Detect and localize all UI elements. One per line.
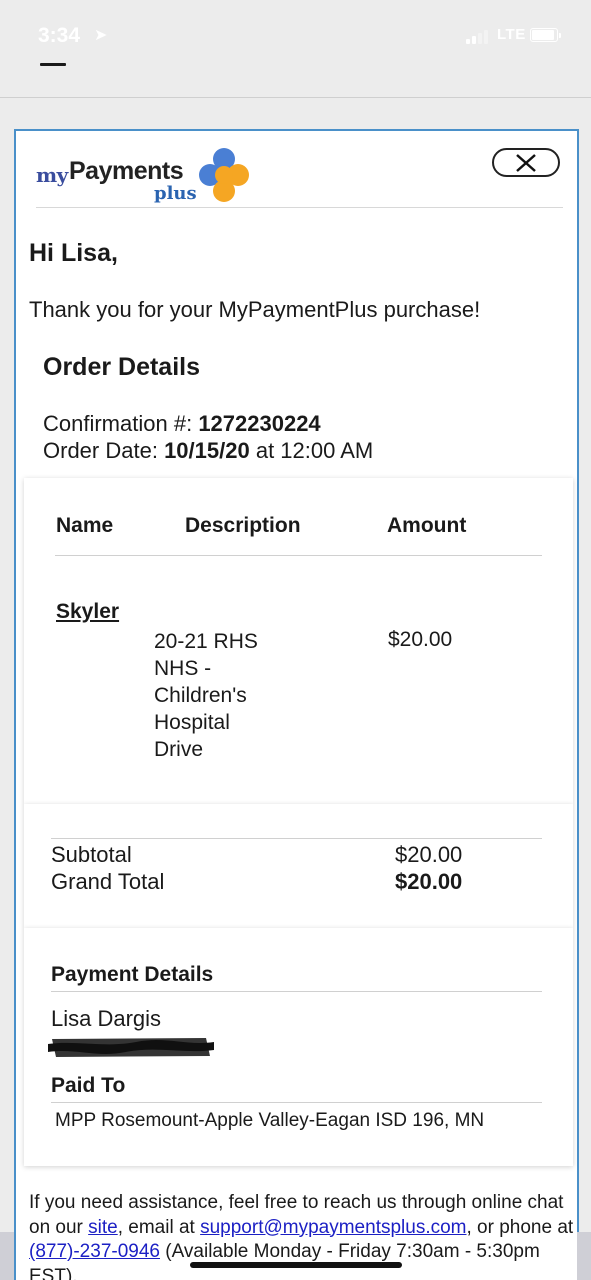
receipt-card: my Payments plus Hi Lisa, Thank you for … [14,129,579,1280]
home-indicator[interactable] [190,1262,402,1268]
minimize-bar-icon[interactable] [40,63,66,66]
item-student-link[interactable]: Skyler [56,600,119,624]
logo-plus-text: plus [154,183,197,204]
logo-payments-text: Payments [69,157,184,185]
footer-text-3: , or phone at [466,1216,574,1238]
redacted-payment-method [48,1038,214,1057]
confirmation-value: 1272230224 [198,411,321,436]
column-header-name: Name [56,514,114,537]
totals-divider [51,838,542,839]
logo-my-text: my [36,163,68,187]
footer-text-2: , email at [117,1216,201,1238]
paid-to-heading: Paid To [51,1074,126,1097]
table-header-divider [55,555,542,556]
mypaymentsplus-logo: my Payments plus [36,145,256,205]
phone-link[interactable]: (877)-237-0946 [29,1241,160,1262]
payer-name: Lisa Dargis [51,1006,162,1031]
item-amount: $20.00 [388,628,453,651]
order-date-value: 10/15/20 [164,438,250,463]
column-header-description: Description [185,514,301,537]
column-header-amount: Amount [387,514,467,537]
item-description: 20-21 RHS NHS - Children's Hospital Driv… [154,630,258,761]
grand-total-value: $20.00 [395,869,463,894]
subtotal-label: Subtotal [51,842,132,867]
order-details-heading: Order Details [43,353,201,381]
site-link[interactable]: site [88,1217,118,1238]
close-icon [516,153,536,172]
thank-you-message: Thank you for your MyPaymentPlus purchas… [29,297,481,322]
payment-divider [51,991,542,992]
order-date-label: Order Date: [43,438,158,463]
order-time: at 12:00 AM [255,438,374,463]
subtotal-value: $20.00 [395,842,463,867]
totals-section: Subtotal $20.00 Grand Total $20.00 [24,804,573,928]
payment-details-heading: Payment Details [51,963,214,986]
cellular-signal-icon [466,30,492,44]
location-arrow-icon: ➤ [94,27,108,44]
support-email-link[interactable]: support@mypaymentsplus.com [200,1217,466,1238]
grand-total-label: Grand Total [51,869,165,894]
right-edge-strip [577,1232,591,1280]
battery-icon [530,28,561,42]
status-time: 3:34 [38,24,81,47]
network-type: LTE [497,26,526,43]
items-table: Name Description Amount Skyler 20-21 RHS… [24,478,573,804]
close-button[interactable] [492,148,560,177]
header-divider [36,207,563,208]
confirmation-number: Confirmation #: 1272230224 [43,411,321,437]
paid-to-value: MPP Rosemount-Apple Valley-Eagan ISD 196… [55,1110,485,1131]
left-edge-strip [0,1232,14,1280]
order-date: Order Date: 10/15/20 at 12:00 AM [43,438,373,464]
logo-cross-icon [199,148,249,202]
greeting: Hi Lisa, [29,239,118,267]
payment-details-section: Payment Details Lisa Dargis Paid To MPP … [24,928,573,1166]
confirmation-label: Confirmation #: [43,411,193,436]
status-bar: 3:34 ➤ LTE [0,0,591,98]
paid-to-divider [51,1102,542,1103]
